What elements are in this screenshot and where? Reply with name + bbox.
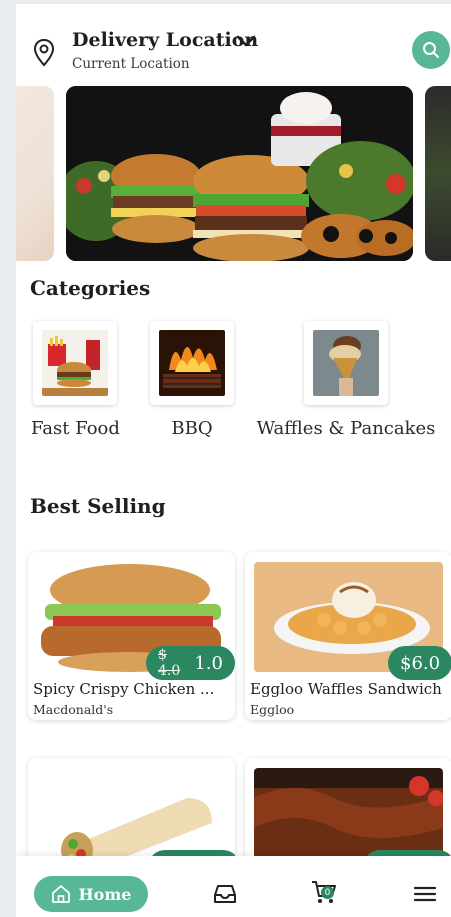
product-name: Spicy Crispy Chicken ... bbox=[33, 680, 215, 698]
shop-name: Macdonald's bbox=[33, 702, 114, 717]
old-price: $ 4.0 bbox=[158, 647, 181, 679]
delivery-location-title[interactable]: Delivery Location bbox=[72, 29, 258, 51]
promo-carousel[interactable] bbox=[16, 86, 451, 261]
price-badge: $ 4.0 1.0 bbox=[146, 646, 235, 680]
map-pin-icon[interactable] bbox=[32, 38, 56, 68]
category-thumbnail bbox=[304, 321, 388, 405]
home-tab[interactable]: Home bbox=[34, 876, 148, 912]
bbq-image bbox=[159, 330, 225, 396]
category-label: BBQ bbox=[171, 418, 213, 439]
search-icon bbox=[423, 42, 439, 58]
ice-cream-waffle-image bbox=[313, 330, 379, 396]
cart-count-badge: 0 bbox=[321, 886, 334, 899]
shop-name: Eggloo bbox=[250, 702, 295, 717]
category-bbq[interactable]: BBQ bbox=[148, 321, 236, 439]
chevron-down-icon[interactable] bbox=[236, 34, 256, 48]
inbox-icon[interactable] bbox=[212, 882, 238, 906]
categories-title: Categories bbox=[30, 276, 151, 300]
home-icon bbox=[51, 885, 70, 903]
fast-food-image bbox=[42, 330, 108, 396]
banner-next[interactable] bbox=[425, 86, 451, 261]
category-thumbnail bbox=[150, 321, 234, 405]
category-thumbnail bbox=[33, 321, 117, 405]
menu-icon[interactable] bbox=[412, 882, 438, 906]
banner-previous[interactable] bbox=[16, 86, 54, 261]
cart-tab[interactable]: 0 bbox=[310, 878, 338, 906]
product-card[interactable]: $6.0 Eggloo Waffles Sandwich Eggloo bbox=[245, 552, 451, 720]
search-button[interactable] bbox=[412, 31, 450, 69]
bottom-navigation: Home 0 bbox=[16, 856, 451, 917]
category-waffles-pancakes[interactable]: Waffles & Pancakes bbox=[256, 321, 436, 439]
current-location-label: Current Location bbox=[72, 56, 190, 72]
current-price: $6.0 bbox=[400, 652, 441, 674]
category-label: Fast Food bbox=[31, 418, 120, 439]
current-price: 1.0 bbox=[194, 652, 223, 674]
product-name: Eggloo Waffles Sandwich bbox=[250, 680, 442, 698]
banner-burgers[interactable] bbox=[66, 86, 413, 261]
product-card[interactable]: $ 4.0 1.0 Spicy Crispy Chicken ... Macdo… bbox=[28, 552, 235, 720]
home-tab-label: Home bbox=[78, 884, 132, 904]
category-fast-food[interactable]: Fast Food bbox=[31, 321, 120, 439]
header: Delivery Location Current Location bbox=[16, 4, 451, 82]
best-selling-title: Best Selling bbox=[30, 494, 166, 518]
price-badge: $6.0 bbox=[388, 646, 451, 680]
burger-meal-image bbox=[66, 86, 413, 261]
app-screen: Delivery Location Current Location Categ… bbox=[16, 4, 451, 917]
category-label: Waffles & Pancakes bbox=[256, 418, 436, 439]
